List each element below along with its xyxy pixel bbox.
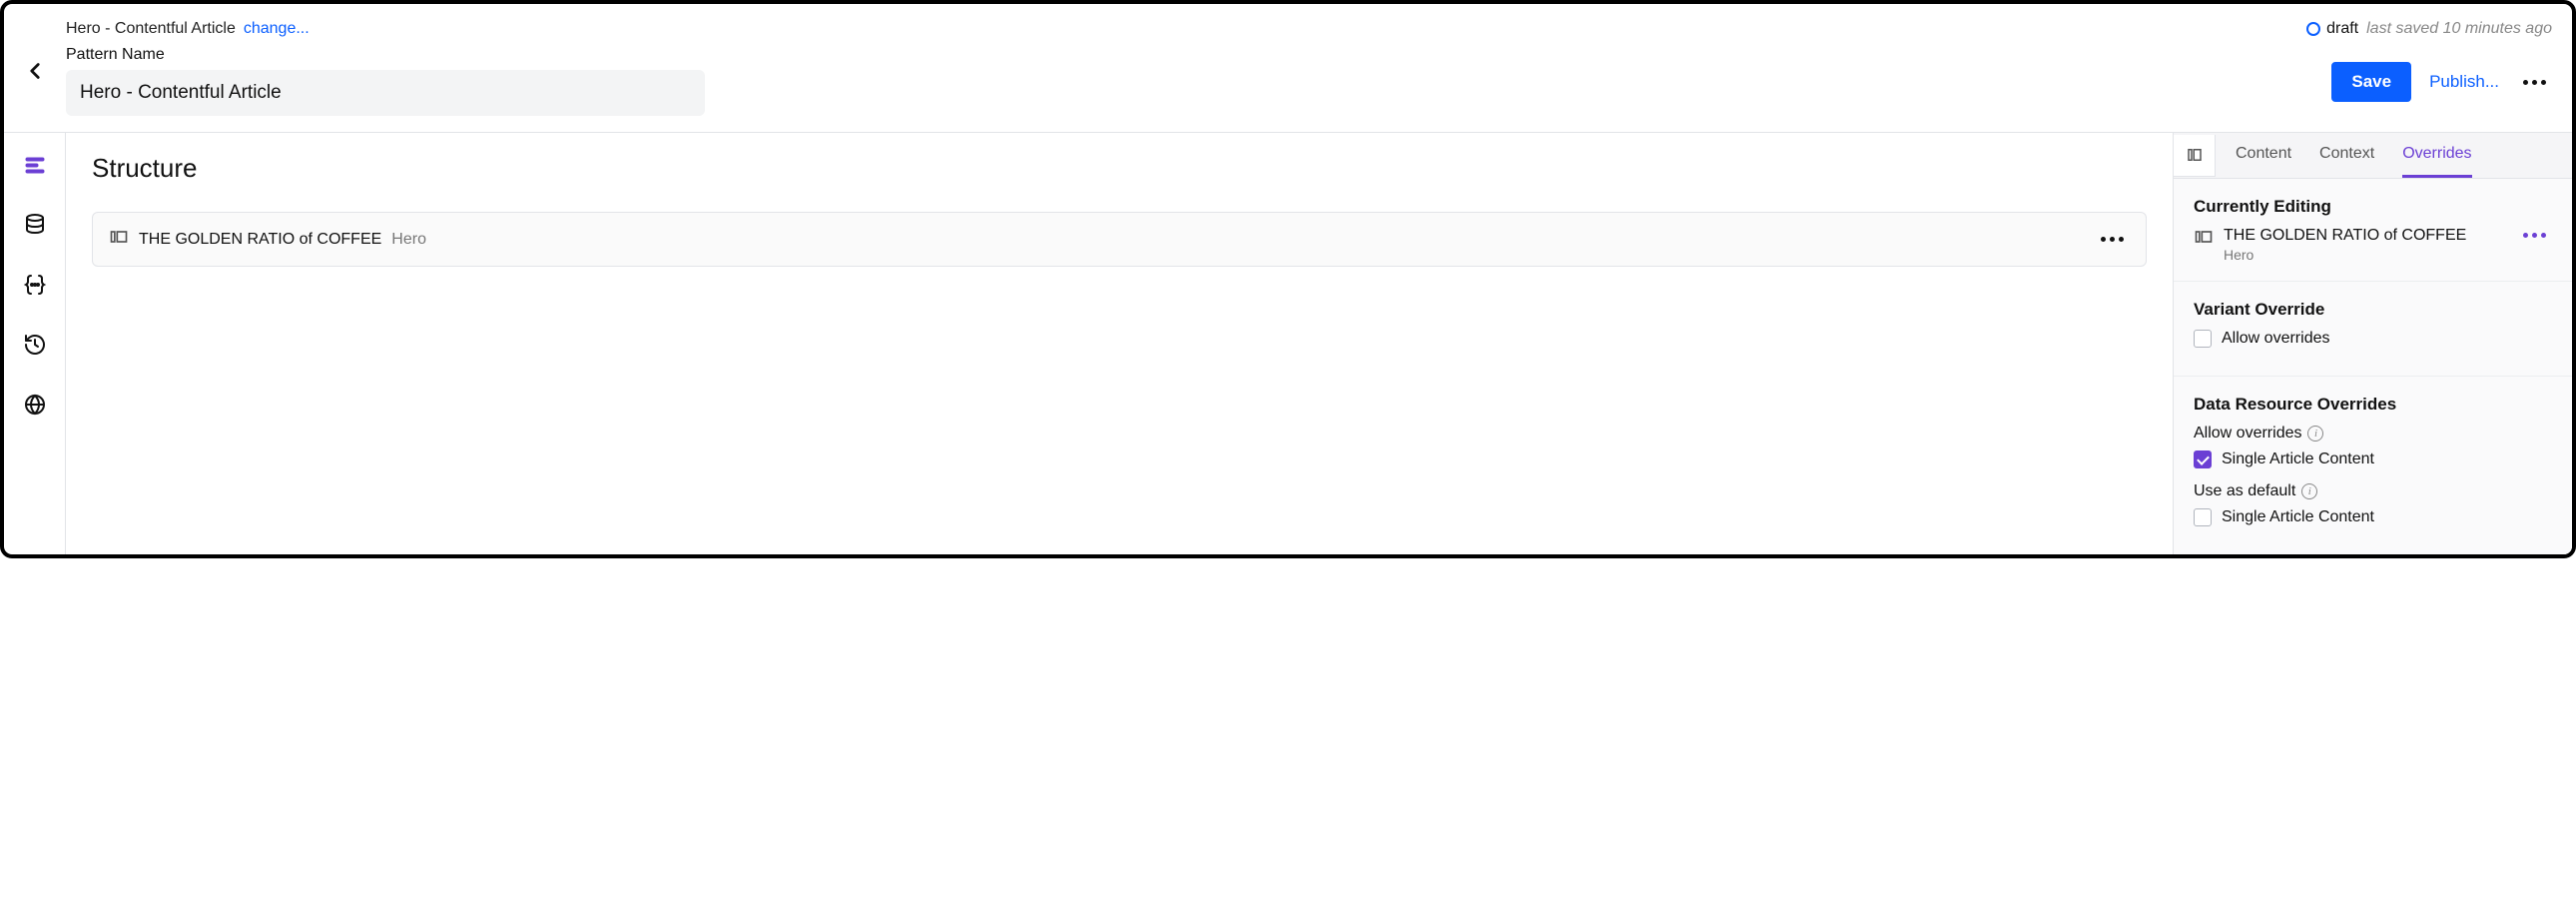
variant-override-section: Variant Override Allow overrides: [2174, 282, 2572, 377]
tab-overrides[interactable]: Overrides: [2402, 133, 2471, 178]
last-saved-text: last saved 10 minutes ago: [2366, 20, 2552, 38]
structure-item-label: THE GOLDEN RATIO of COFFEE: [139, 231, 381, 249]
editing-type: Hero: [2224, 247, 2507, 263]
currently-editing-title: Currently Editing: [2194, 197, 2552, 217]
data-resource-title: Data Resource Overrides: [2194, 395, 2552, 415]
structure-item-more[interactable]: [2095, 231, 2130, 248]
back-button[interactable]: [22, 58, 48, 89]
panel-collapse-button[interactable]: [2174, 135, 2216, 177]
currently-editing-section: Currently Editing THE GOLDEN RATIO of CO…: [2174, 179, 2572, 282]
editing-name: THE GOLDEN RATIO of COFFEE: [2224, 227, 2507, 245]
header: Hero - Contentful Article change... Patt…: [4, 4, 2572, 133]
allow-variant-override-checkbox[interactable]: [2194, 330, 2212, 348]
pattern-name-input[interactable]: [66, 70, 705, 116]
single-article-default-checkbox[interactable]: [2194, 508, 2212, 526]
rail-history-icon[interactable]: [13, 323, 57, 367]
rail-globe-icon[interactable]: [13, 383, 57, 427]
single-article-label: Single Article Content: [2222, 450, 2374, 468]
structure-item-type: Hero: [391, 231, 426, 249]
draft-status: draft: [2306, 20, 2358, 38]
variant-override-title: Variant Override: [2194, 300, 2552, 320]
breadcrumb-title: Hero - Contentful Article: [66, 20, 236, 38]
left-rail: [4, 133, 66, 554]
tab-content[interactable]: Content: [2236, 133, 2291, 178]
use-default-heading: Use as default: [2194, 482, 2295, 500]
component-icon: [2194, 227, 2214, 252]
rail-structure-icon[interactable]: [13, 143, 57, 187]
publish-button[interactable]: Publish...: [2429, 72, 2499, 92]
rail-json-icon[interactable]: [13, 263, 57, 307]
status-row: draft last saved 10 minutes ago: [2306, 20, 2552, 38]
single-article-checkbox[interactable]: [2194, 450, 2212, 468]
draft-label: draft: [2326, 20, 2358, 38]
allow-overrides-heading: Allow overrides: [2194, 425, 2301, 443]
more-actions-button[interactable]: [2517, 74, 2552, 91]
structure-heading: Structure: [92, 153, 2147, 184]
pattern-name-label: Pattern Name: [66, 46, 2286, 64]
info-icon[interactable]: i: [2307, 426, 2323, 442]
main-area: Structure THE GOLDEN RATIO of COFFEE Her…: [66, 133, 2173, 554]
info-icon[interactable]: i: [2301, 483, 2317, 499]
rail-database-icon[interactable]: [13, 203, 57, 247]
allow-variant-override-label: Allow overrides: [2222, 330, 2329, 348]
single-article-default-label: Single Article Content: [2222, 508, 2374, 526]
structure-item[interactable]: THE GOLDEN RATIO of COFFEE Hero: [92, 212, 2147, 267]
tab-context[interactable]: Context: [2319, 133, 2374, 178]
component-icon: [109, 227, 129, 252]
data-resource-section: Data Resource Overrides Allow overrides …: [2174, 377, 2572, 554]
save-button[interactable]: Save: [2331, 62, 2411, 102]
editing-more-button[interactable]: [2517, 227, 2552, 244]
change-link[interactable]: change...: [244, 20, 310, 38]
right-panel: Content Context Overrides Currently Edit…: [2173, 133, 2572, 554]
draft-circle-icon: [2306, 22, 2320, 36]
